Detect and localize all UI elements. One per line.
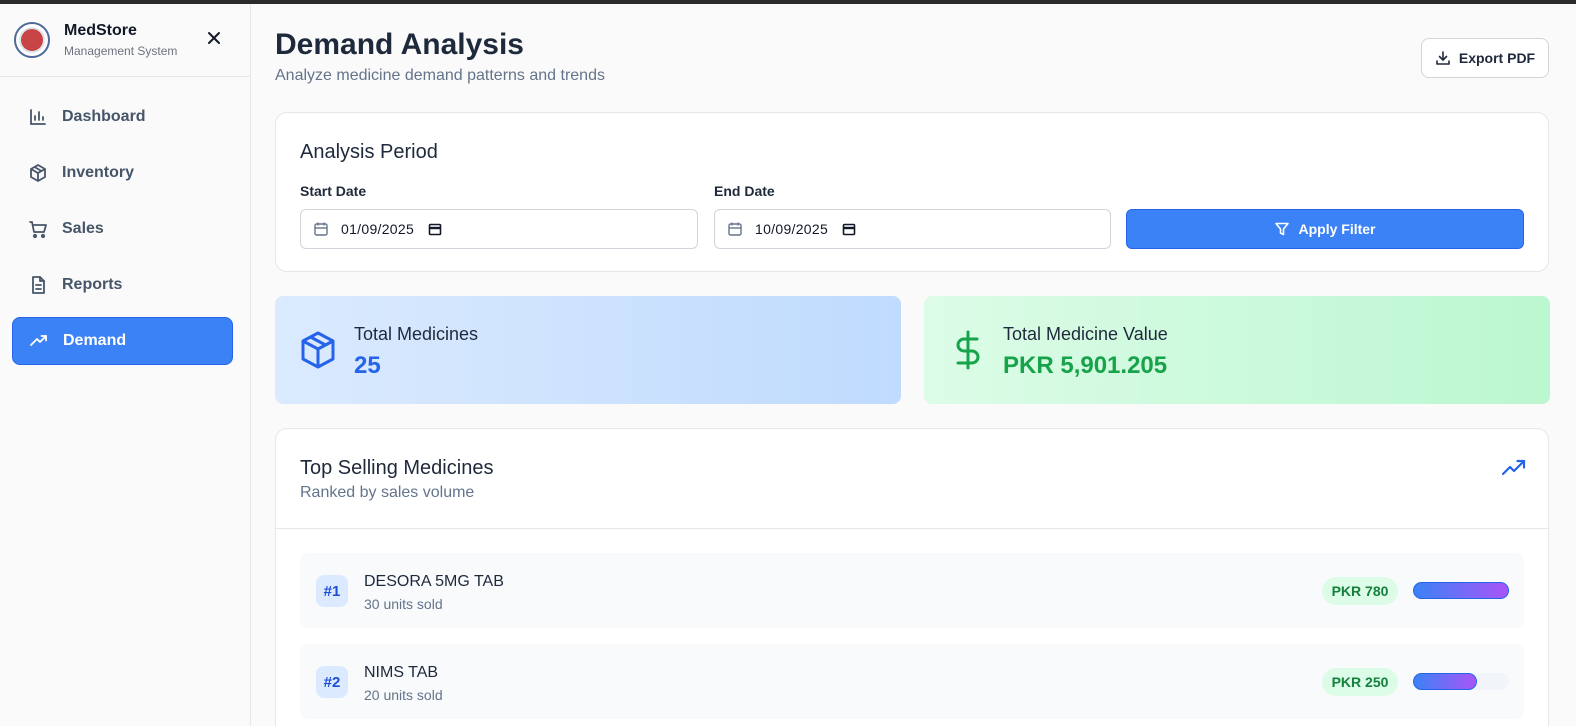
date-picker-icon[interactable] xyxy=(428,222,442,236)
calendar-icon xyxy=(728,222,742,236)
document-icon xyxy=(32,276,45,294)
apply-filter-button[interactable]: Apply Filter xyxy=(1126,209,1524,249)
date-picker-icon[interactable] xyxy=(842,222,856,236)
end-date-value: 10/09/2025 xyxy=(755,221,829,237)
price-badge: PKR 780 xyxy=(1322,577,1398,605)
trending-up-icon xyxy=(1502,459,1526,476)
page-subtitle: Analyze medicine demand patterns and tre… xyxy=(275,67,605,84)
units-sold: 30 units sold xyxy=(364,596,443,612)
total-value-value: PKR 5,901.205 xyxy=(1003,352,1168,379)
end-date-input[interactable]: 10/09/2025 xyxy=(714,209,1111,249)
close-icon[interactable] xyxy=(205,29,223,47)
total-value-card: Total Medicine Value PKR 5,901.205 xyxy=(924,296,1550,404)
app-name: MedStore xyxy=(64,22,137,39)
divider xyxy=(276,528,1548,529)
rank-badge: #2 xyxy=(316,666,348,698)
analysis-period-title: Analysis Period xyxy=(300,141,438,163)
page-title: Demand Analysis xyxy=(275,28,524,61)
package-icon xyxy=(30,164,46,182)
top-selling-title: Top Selling Medicines xyxy=(300,457,494,479)
sidebar-item-label: Demand xyxy=(63,332,127,349)
sales-progress-bar xyxy=(1413,673,1509,690)
total-value-label: Total Medicine Value xyxy=(1003,324,1168,344)
total-medicines-label: Total Medicines xyxy=(354,324,479,344)
download-icon xyxy=(1436,51,1450,65)
sidebar-item-demand[interactable]: Demand xyxy=(12,317,233,365)
app-subtitle: Management System xyxy=(64,44,178,58)
medicine-name: NIMS TAB xyxy=(364,664,439,681)
sidebar: MedStore Management System Dashboard Inv… xyxy=(0,4,251,726)
cart-icon xyxy=(29,221,47,239)
export-pdf-label: Export PDF xyxy=(1458,50,1536,66)
trending-up-icon xyxy=(30,335,47,346)
main-content: Demand Analysis Analyze medicine demand … xyxy=(251,4,1576,726)
package-icon xyxy=(301,331,335,369)
start-date-input[interactable]: 01/09/2025 xyxy=(300,209,698,249)
sidebar-item-sales[interactable]: Sales xyxy=(12,205,233,253)
list-item[interactable]: #1 DESORA 5MG TAB 30 units sold PKR 780 xyxy=(300,553,1524,628)
medicine-name: DESORA 5MG TAB xyxy=(364,573,504,590)
start-date-label: Start Date xyxy=(300,183,367,199)
filter-icon xyxy=(1275,222,1290,236)
calendar-icon xyxy=(314,222,328,236)
sidebar-item-label: Inventory xyxy=(62,164,135,181)
total-medicines-card: Total Medicines 25 xyxy=(275,296,901,404)
sidebar-item-label: Reports xyxy=(62,276,123,293)
price-badge: PKR 250 xyxy=(1322,668,1398,696)
start-date-value: 01/09/2025 xyxy=(341,221,415,237)
sales-progress-fill xyxy=(1413,582,1509,599)
rank-badge: #1 xyxy=(316,575,348,607)
top-selling-card: Top Selling Medicines Ranked by sales vo… xyxy=(275,428,1549,726)
end-date-label: End Date xyxy=(714,183,775,199)
list-item[interactable]: #2 NIMS TAB 20 units sold PKR 250 xyxy=(300,644,1524,719)
apply-filter-label: Apply Filter xyxy=(1298,221,1376,237)
sidebar-item-label: Sales xyxy=(62,220,104,237)
sales-progress-bar xyxy=(1413,582,1509,599)
sidebar-item-inventory[interactable]: Inventory xyxy=(12,149,233,197)
analysis-period-card: Analysis Period Start Date 01/09/2025 En… xyxy=(275,112,1549,272)
sales-progress-fill xyxy=(1413,673,1478,690)
sidebar-item-reports[interactable]: Reports xyxy=(12,261,233,309)
app-logo xyxy=(14,22,50,58)
units-sold: 20 units sold xyxy=(364,687,443,703)
sidebar-item-dashboard[interactable]: Dashboard xyxy=(12,93,233,141)
total-medicines-value: 25 xyxy=(354,352,381,379)
dollar-icon xyxy=(956,330,980,370)
sidebar-nav: Dashboard Inventory Sales Reports Demand xyxy=(0,77,250,365)
bar-chart-icon xyxy=(30,109,46,125)
sidebar-item-label: Dashboard xyxy=(62,108,146,125)
brand-header: MedStore Management System xyxy=(0,4,250,77)
top-selling-subtitle: Ranked by sales volume xyxy=(300,484,475,501)
export-pdf-button[interactable]: Export PDF xyxy=(1421,38,1549,78)
